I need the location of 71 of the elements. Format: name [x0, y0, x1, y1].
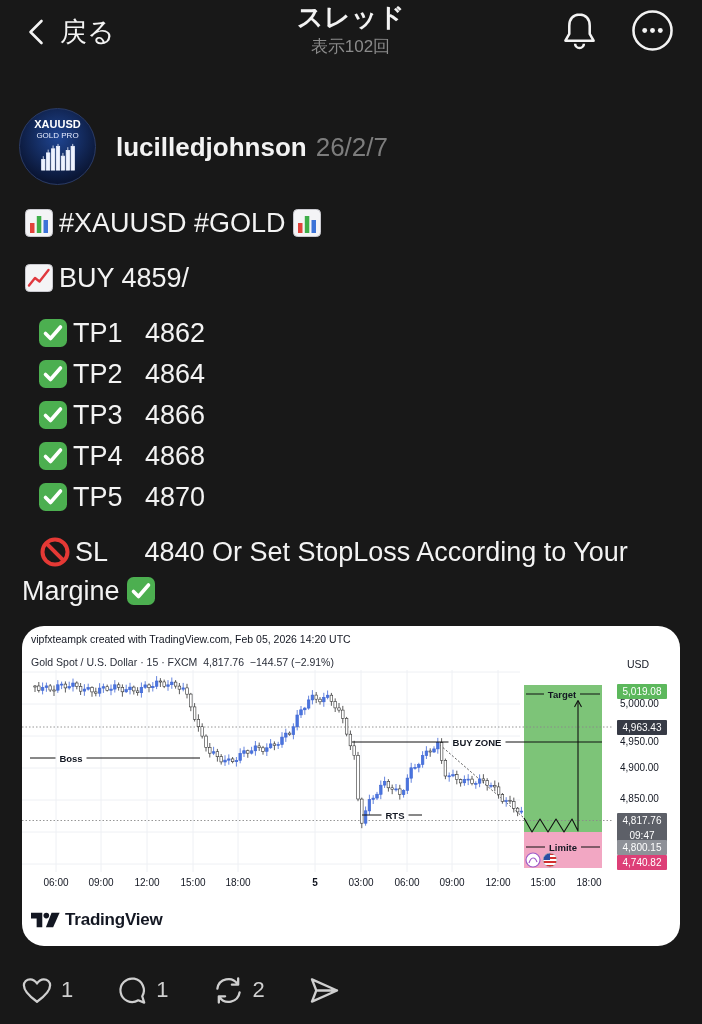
- check-icon: [125, 576, 156, 606]
- annotation-label: Target: [547, 688, 577, 700]
- axis-label: 4,950.00: [620, 736, 659, 748]
- check-icon: [38, 359, 68, 389]
- price-tag: 4,963.43: [617, 720, 667, 735]
- logo-icon: [31, 911, 60, 929]
- axis-label: 18:00: [576, 877, 602, 889]
- price-tag: 4,817.76 09:47: [617, 813, 667, 843]
- heart-icon: [22, 976, 52, 1004]
- bell-icon[interactable]: [562, 11, 597, 50]
- axis-label: 06:00: [394, 877, 420, 889]
- level-line: [361, 814, 423, 816]
- brand-name: TradingView: [65, 910, 163, 930]
- line-chart-icon: [24, 263, 54, 293]
- annotation-label: Boss: [59, 752, 83, 764]
- check-icon: [38, 400, 68, 430]
- bar-chart-icon: [24, 208, 54, 238]
- annotation-label: BUY ZONE: [452, 736, 502, 748]
- post-text: BUY 4859/: [59, 263, 190, 293]
- bar-chart-icon: [291, 208, 322, 238]
- axis-label: 5,000.00: [620, 698, 659, 710]
- post-text: TP3 4866: [73, 400, 206, 430]
- annotation-label: Limite: [549, 841, 577, 853]
- username[interactable]: lucilledjohnson: [116, 131, 307, 162]
- axis-label: 12:00: [485, 877, 511, 889]
- avatar[interactable]: XAUUSD GOLD PRO: [19, 108, 96, 185]
- price-tag: 5,019.08: [617, 684, 667, 699]
- axis-label: 4,900.00: [620, 762, 659, 774]
- axis-label: 03:00: [348, 877, 374, 889]
- avatar-subtitle: GOLD PRO: [36, 131, 79, 140]
- axis-label: 09:00: [88, 877, 114, 889]
- axis-label: 06:00: [43, 877, 69, 889]
- avatar-title: XAUUSD: [34, 118, 81, 130]
- prohibited-icon: [40, 537, 70, 567]
- chart-legend: Gold Spot / U.S. Dollar · 15 · FXCM 4,817.76 −144.57 (−2.91%): [31, 656, 334, 669]
- post-text: Margine: [22, 576, 120, 606]
- chevron-icon: [28, 19, 44, 45]
- post-text: TP5 4870: [73, 482, 206, 512]
- axis-label: 5: [312, 877, 318, 889]
- post-text: #XAUUSD #GOLD: [59, 208, 286, 238]
- candlestick-icon: [39, 143, 76, 171]
- axis-label: 4,850.00: [620, 793, 659, 805]
- axis-label: 12:00: [134, 877, 160, 889]
- axis-label: 15:00: [180, 877, 206, 889]
- repost-button[interactable]: 2: [212, 975, 265, 1005]
- check-icon: [38, 318, 68, 348]
- check-icon: [38, 441, 68, 471]
- price-tag: 4,800.15: [617, 840, 667, 855]
- comment-icon: [117, 975, 148, 1005]
- send-icon: [308, 976, 340, 1004]
- post-text: TP4 4868: [73, 441, 206, 471]
- page-title: スレッド: [296, 2, 405, 32]
- axis-label: 18:00: [225, 877, 251, 889]
- annotation-label: RTS: [385, 809, 405, 821]
- currency-label: USD: [627, 658, 650, 671]
- post-text: SL 4840 Or Set StopLoss According to Your: [75, 537, 628, 567]
- share-button[interactable]: [308, 976, 340, 1004]
- swirl-icon: [525, 852, 541, 868]
- post-text: TP2 4864: [73, 359, 206, 389]
- check-icon: [38, 482, 68, 512]
- axis-label: 09:00: [439, 877, 465, 889]
- back-button[interactable]: 戻る: [28, 16, 115, 48]
- like-button[interactable]: 1: [22, 975, 74, 1005]
- post-text: TP1 4862: [73, 318, 206, 348]
- view-count: 表示102回: [310, 36, 391, 58]
- reply-button[interactable]: 1: [117, 975, 169, 1005]
- chart-attribution: vipfxteampk created with TradingView.com, Feb 05, 2026 14:20 UTC: [31, 632, 352, 646]
- post-date: 26/2/7: [315, 131, 388, 162]
- price-tag: 4,740.82: [617, 855, 667, 870]
- axis-label: 15:00: [530, 877, 556, 889]
- more-icon[interactable]: [632, 10, 673, 51]
